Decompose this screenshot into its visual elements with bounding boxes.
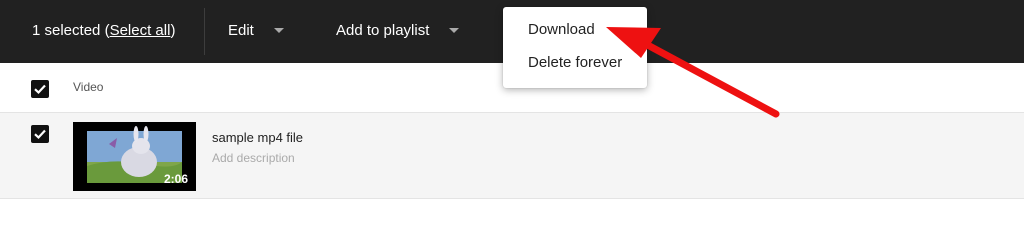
select-all-close-paren: ) — [170, 22, 176, 39]
select-all-checkbox[interactable] — [31, 80, 49, 98]
video-title[interactable]: sample mp4 file — [212, 130, 303, 145]
video-duration: 2:06 — [163, 172, 188, 186]
menu-item-delete-forever[interactable]: Delete forever — [528, 50, 622, 76]
column-header-video: Video — [73, 80, 104, 94]
checkbox-checked-icon — [34, 129, 46, 140]
video-thumbnail[interactable]: 2:06 — [73, 122, 196, 191]
selection-count: 1 selected — [32, 22, 101, 39]
checkbox-checked-icon — [34, 84, 46, 95]
row-checkbox[interactable] — [31, 125, 49, 143]
selection-summary: 1 selected (Select all) — [32, 0, 175, 63]
table-row[interactable]: 2:06 sample mp4 file Add description — [0, 113, 1024, 199]
add-description-link[interactable]: Add description — [212, 151, 295, 165]
select-all-link[interactable]: Select all — [110, 22, 171, 39]
more-actions-menu: Download Delete forever — [503, 7, 647, 88]
edit-button[interactable]: Edit — [228, 0, 284, 63]
edit-button-label: Edit — [228, 22, 254, 39]
toolbar-divider — [204, 8, 205, 55]
add-to-playlist-button[interactable]: Add to playlist — [336, 0, 460, 63]
dropdown-caret-icon — [449, 27, 460, 33]
dropdown-caret-icon — [273, 27, 284, 33]
menu-item-download[interactable]: Download — [528, 17, 595, 43]
add-to-playlist-label: Add to playlist — [336, 22, 430, 39]
